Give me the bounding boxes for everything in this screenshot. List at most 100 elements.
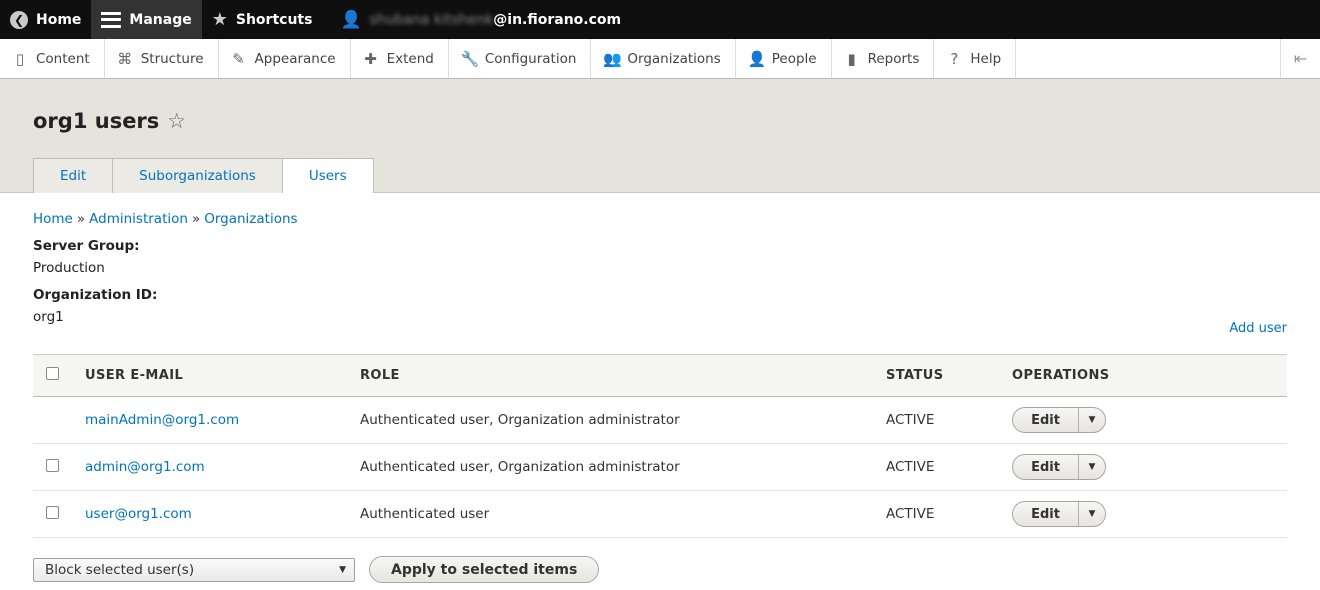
- role-cell: Authenticated user: [360, 490, 886, 538]
- help-icon: ?: [950, 49, 959, 68]
- menu-item-configuration[interactable]: 🔧 Configuration: [449, 39, 592, 78]
- operations-cell: Edit ▼: [1012, 396, 1287, 444]
- table-row: user@org1.com Authenticated user ACTIVE Edi…: [33, 490, 1287, 538]
- menu-item-help[interactable]: ? Help: [934, 39, 1017, 78]
- user-email-link[interactable]: user@org1.com: [85, 506, 192, 522]
- menu-item-label: Configuration: [484, 50, 577, 67]
- organizations-icon: 👥: [603, 49, 623, 68]
- row-select-cell: [33, 443, 85, 491]
- menu-item-content[interactable]: ▯ Content: [0, 39, 105, 78]
- toolbar-home-label: Home: [36, 11, 82, 28]
- content-icon: ▯: [15, 49, 25, 68]
- menu-item-label: Extend: [386, 50, 434, 67]
- edit-user-button[interactable]: Edit: [1013, 408, 1079, 432]
- edit-user-button[interactable]: Edit: [1013, 455, 1079, 479]
- role-cell: Authenticated user, Organization adminis…: [360, 443, 886, 491]
- tab-edit[interactable]: Edit: [33, 158, 114, 193]
- status-cell: ACTIVE: [886, 490, 1012, 538]
- bulk-actions: Block selected user(s) ▼ Apply to select…: [33, 556, 1287, 583]
- add-user-link[interactable]: Add user: [1229, 321, 1287, 336]
- menu-item-label: Structure: [140, 50, 204, 67]
- header-operations: OPERATIONS: [1012, 368, 1110, 383]
- toolbar-shortcuts[interactable]: ★ Shortcuts: [202, 0, 323, 39]
- menu-item-people[interactable]: 👤 People: [736, 39, 832, 78]
- operations-dropbutton: Edit ▼: [1012, 407, 1106, 433]
- toolbar-home[interactable]: ❮ Home: [0, 0, 91, 39]
- back-arrow-icon: ❮: [10, 10, 28, 29]
- toolbar-user-name: shubana kitshenk: [369, 11, 494, 28]
- menu-item-structure[interactable]: ⌘ Structure: [105, 39, 219, 78]
- menu-item-label: Content: [36, 50, 90, 67]
- shortcut-star-icon[interactable]: ☆: [167, 109, 186, 133]
- menu-item-label: Help: [970, 50, 1002, 67]
- page-header: org1 users ☆ Edit Suborganizations Users: [0, 79, 1320, 193]
- apply-to-selected-button[interactable]: Apply to selected items: [369, 556, 600, 583]
- operations-dropbutton: Edit ▼: [1012, 501, 1106, 527]
- appearance-icon: ✎: [232, 49, 245, 68]
- row-select-cell: [33, 396, 85, 444]
- users-table: USER E-MAIL ROLE STATUS OPERATIONS mainA…: [33, 354, 1287, 538]
- row-checkbox[interactable]: [46, 458, 59, 472]
- primary-tabs: Edit Suborganizations Users: [33, 158, 374, 193]
- operations-cell: Edit ▼: [1012, 443, 1287, 491]
- admin-menu-tray: ▯ Content ⌘ Structure ✎ Appearance ✚ Extend 🔧 Con…: [0, 39, 1320, 79]
- menu-item-label: Appearance: [254, 50, 336, 67]
- chevron-down-icon[interactable]: ▼: [1079, 502, 1105, 526]
- breadcrumb-home[interactable]: Home: [33, 211, 73, 227]
- hamburger-icon: [101, 11, 122, 28]
- page-title-text: org1 users: [33, 109, 160, 133]
- operations-dropbutton: Edit ▼: [1012, 454, 1106, 480]
- email-cell: mainAdmin@org1.com: [85, 396, 360, 444]
- chevron-down-icon[interactable]: ▼: [1079, 408, 1105, 432]
- menu-item-organizations[interactable]: 👥 Organizations: [591, 39, 736, 78]
- user-email-link[interactable]: mainAdmin@org1.com: [85, 412, 239, 428]
- configuration-icon: 🔧: [460, 49, 480, 68]
- menu-item-appearance[interactable]: ✎ Appearance: [219, 39, 351, 78]
- table-row: admin@org1.com Authenticated user, Organi…: [33, 443, 1287, 491]
- tab-suborganizations[interactable]: Suborganizations: [112, 158, 283, 193]
- server-group-label: Server Group:: [33, 238, 140, 254]
- tab-users[interactable]: Users: [281, 158, 374, 193]
- collapse-tray-icon[interactable]: ⇤: [1280, 39, 1320, 78]
- menu-item-extend[interactable]: ✚ Extend: [351, 39, 449, 78]
- main-content: Home» Administration» Organizations Server…: [0, 193, 1320, 583]
- email-cell: user@org1.com: [85, 490, 360, 538]
- table-header-row: USER E-MAIL ROLE STATUS OPERATIONS: [33, 354, 1287, 397]
- breadcrumb-organizations[interactable]: Organizations: [204, 211, 297, 227]
- admin-toolbar: ❮ Home Manage ★ Shortcuts 👤 shubana kits…: [0, 0, 1320, 39]
- toolbar-manage[interactable]: Manage: [91, 0, 202, 39]
- breadcrumb-administration[interactable]: Administration: [89, 211, 188, 227]
- user-icon: 👤: [340, 9, 362, 30]
- edit-user-button[interactable]: Edit: [1013, 502, 1079, 526]
- menu-item-label: People: [771, 50, 817, 67]
- role-cell: Authenticated user, Organization adminis…: [360, 396, 886, 444]
- status-cell: ACTIVE: [886, 443, 1012, 491]
- menu-item-label: Reports: [867, 50, 920, 67]
- org-id-label: Organization ID:: [33, 287, 158, 303]
- toolbar-shortcuts-label: Shortcuts: [235, 11, 313, 28]
- header-email[interactable]: USER E-MAIL: [85, 355, 360, 397]
- row-checkbox[interactable]: [46, 505, 59, 519]
- toolbar-user-domain: @in.fiorano.com: [493, 11, 622, 28]
- reports-icon: ▮: [847, 49, 856, 68]
- dropdown-arrow-icon: ▼: [339, 564, 346, 575]
- menu-item-reports[interactable]: ▮ Reports: [832, 39, 935, 78]
- extend-icon: ✚: [364, 49, 377, 68]
- bulk-action-selected: Block selected user(s): [45, 561, 195, 578]
- row-select-cell: [33, 490, 85, 538]
- structure-icon: ⌘: [117, 49, 133, 68]
- bulk-action-select[interactable]: Block selected user(s) ▼: [33, 557, 355, 582]
- page-title: org1 users ☆: [33, 109, 186, 133]
- chevron-down-icon[interactable]: ▼: [1079, 455, 1105, 479]
- email-cell: admin@org1.com: [85, 443, 360, 491]
- header-status[interactable]: STATUS: [886, 355, 1012, 397]
- toolbar-user[interactable]: 👤 shubana kitshenk @in.fiorano.com: [322, 0, 631, 39]
- table-row: mainAdmin@org1.com Authenticated user, Or…: [33, 396, 1287, 444]
- menu-item-label: Organizations: [627, 50, 721, 67]
- org-id-value: org1: [33, 309, 64, 325]
- toolbar-manage-label: Manage: [129, 11, 192, 28]
- user-email-link[interactable]: admin@org1.com: [85, 459, 205, 475]
- breadcrumb-separator: »: [191, 211, 201, 227]
- star-icon: ★: [211, 9, 228, 30]
- select-all-checkbox[interactable]: [46, 367, 59, 380]
